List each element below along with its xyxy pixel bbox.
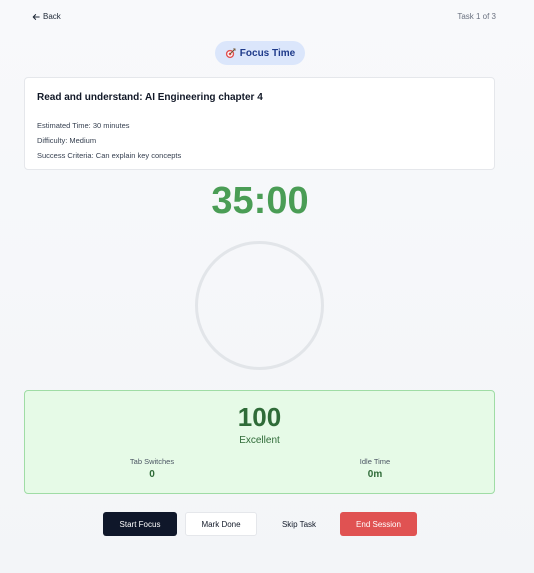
tab-switches-value: 0 (149, 469, 155, 480)
tab-switches-label: Tab Switches (129, 457, 175, 466)
focus-mode-badge: Focus Time (215, 41, 305, 65)
difficulty-value: Medium (69, 136, 97, 145)
progress-ring-track (195, 241, 324, 370)
focus-mode-label: Focus Time (239, 47, 296, 59)
arrow-left-icon (32, 13, 40, 20)
task-card: Read and understand: AI Engineering chap… (24, 77, 495, 170)
end-session-button[interactable]: End Session (340, 512, 417, 536)
estimated-time-label: Estimated Time: (37, 121, 91, 130)
back-link[interactable]: Back (32, 12, 61, 21)
tab-switches-stat: Tab Switches 0 (92, 457, 212, 480)
focus-score-card: 100 Excellent Tab Switches 0 Idle Time 0… (24, 390, 495, 494)
focus-score-value: 100 (237, 402, 282, 432)
timer-progress-ring (195, 241, 324, 370)
success-criteria: Success Criteria: Can explain key concep… (37, 148, 482, 163)
focus-score-label: Excellent (239, 435, 280, 446)
task-counter: Task 1 of 3 (457, 12, 496, 21)
estimated-time: Estimated Time: 30 minutes (37, 118, 482, 133)
target-icon (225, 48, 236, 58)
back-label: Back (43, 12, 61, 21)
idle-time-value: 0m (367, 469, 383, 480)
idle-time-stat: Idle Time 0m (315, 457, 435, 480)
difficulty-label: Difficulty: (37, 136, 68, 145)
countdown-timer: 35:00 (211, 180, 309, 222)
idle-time-label: Idle Time (359, 457, 391, 466)
top-bar: Back Task 1 of 3 (32, 12, 496, 21)
success-criteria-label: Success Criteria: (37, 151, 94, 160)
start-focus-button[interactable]: Start Focus (103, 512, 177, 536)
task-title: Read and understand: AI Engineering chap… (37, 92, 263, 103)
skip-task-button[interactable]: Skip Task (266, 512, 332, 536)
difficulty: Difficulty: Medium (37, 133, 482, 148)
success-criteria-value: Can explain key concepts (95, 151, 182, 160)
estimated-time-value: 30 minutes (92, 121, 130, 130)
mark-done-button[interactable]: Mark Done (185, 512, 257, 536)
